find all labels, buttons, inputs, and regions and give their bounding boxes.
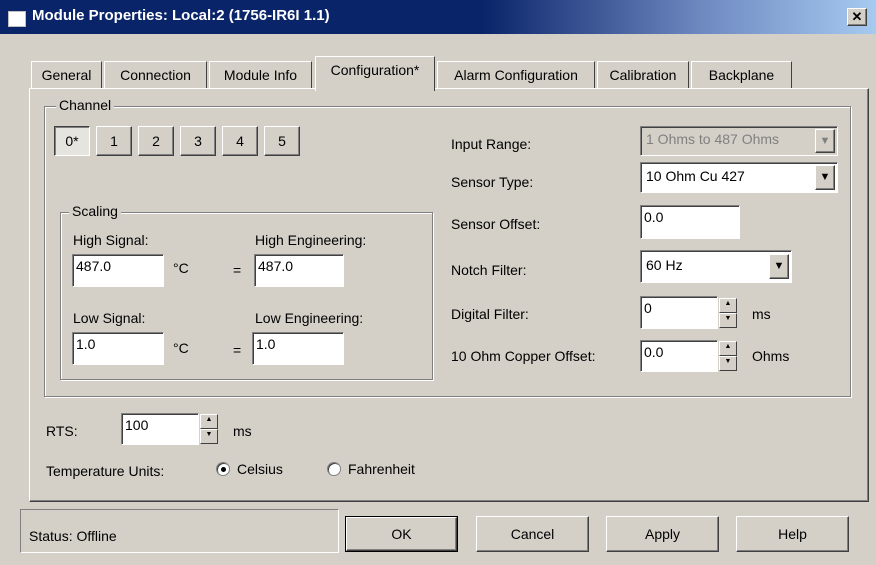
copper-offset-unit: Ohms [752,348,790,364]
notch-filter-select[interactable]: 60 Hz ▼ [640,250,792,283]
status-bar: Status: Offline [20,509,339,553]
window-icon [8,11,26,27]
input-range-label: Input Range: [451,136,532,152]
sensor-type-select[interactable]: 10 Ohm Cu 427 ▼ [640,162,838,193]
low-equals-sign: = [233,342,242,358]
low-engineering-label: Low Engineering: [255,310,364,326]
channel-3-button[interactable]: 3 [180,126,216,156]
rts-unit: ms [233,423,252,439]
high-engineering-input[interactable]: 487.0 [254,254,344,287]
channel-4-button[interactable]: 4 [222,126,258,156]
spin-down-icon[interactable]: ▼ [200,429,218,444]
high-signal-input[interactable]: 487.0 [72,254,164,287]
spin-up-icon[interactable]: ▲ [200,414,218,429]
title-bar[interactable]: Module Properties: Local:2 (1756-IR6I 1.… [0,0,876,34]
digital-filter-spinner[interactable]: ▲ ▼ [719,298,737,328]
spin-up-icon[interactable]: ▲ [719,341,737,356]
high-signal-label: High Signal: [73,232,149,248]
rts-input[interactable]: 100 [121,413,199,445]
tab-general[interactable]: General [31,61,102,89]
chevron-down-icon[interactable]: ▼ [769,254,789,279]
low-engineering-input[interactable]: 1.0 [252,332,344,365]
spin-up-icon[interactable]: ▲ [719,298,737,313]
status-text: Status: Offline [29,528,117,544]
spin-down-icon[interactable]: ▼ [719,313,737,328]
input-range-value: 1 Ohms to 487 Ohms [646,131,780,147]
fahrenheit-radio[interactable] [327,462,341,476]
input-range-select[interactable]: 1 Ohms to 487 Ohms ▼ [640,126,838,156]
tab-connection[interactable]: Connection [104,61,207,89]
digital-filter-input[interactable]: 0 [640,296,718,329]
channel-group-label: Channel [56,97,115,113]
help-button[interactable]: Help [736,516,849,552]
digital-filter-unit: ms [752,306,771,322]
chevron-down-icon[interactable]: ▼ [815,165,835,190]
fahrenheit-label[interactable]: Fahrenheit [348,461,415,477]
low-signal-input[interactable]: 1.0 [72,332,164,365]
close-icon: ✕ [851,9,863,24]
close-button[interactable]: ✕ [847,8,867,26]
spin-down-icon[interactable]: ▼ [719,356,737,371]
cancel-button[interactable]: Cancel [476,516,589,552]
temperature-units-label: Temperature Units: [46,463,165,479]
high-signal-unit: °C [173,260,189,276]
ok-button[interactable]: OK [345,516,458,552]
copper-offset-input[interactable]: 0.0 [640,340,718,372]
tab-calibration[interactable]: Calibration [597,61,689,89]
copper-offset-label: 10 Ohm Copper Offset: [451,348,596,364]
channel-0-button[interactable]: 0* [54,126,90,156]
low-signal-unit: °C [173,340,189,356]
channel-1-button[interactable]: 1 [96,126,132,156]
tab-alarm-configuration[interactable]: Alarm Configuration [437,61,595,89]
high-equals-sign: = [233,262,242,278]
channel-5-button[interactable]: 5 [264,126,300,156]
tab-backplane[interactable]: Backplane [691,61,792,89]
tab-configuration[interactable]: Configuration* [315,56,435,91]
sensor-offset-input[interactable]: 0.0 [640,205,740,239]
rts-spinner[interactable]: ▲ ▼ [200,414,218,444]
chevron-down-icon[interactable]: ▼ [815,129,835,153]
notch-filter-value: 60 Hz [646,257,683,273]
celsius-radio[interactable] [216,462,230,476]
sensor-type-value: 10 Ohm Cu 427 [646,168,745,184]
channel-2-button[interactable]: 2 [138,126,174,156]
celsius-label[interactable]: Celsius [237,461,283,477]
high-engineering-label: High Engineering: [255,232,367,248]
tab-module-info[interactable]: Module Info [209,61,312,89]
radio-dot [221,467,226,472]
low-signal-label: Low Signal: [73,310,146,326]
rts-label: RTS: [46,423,78,439]
apply-button[interactable]: Apply [606,516,719,552]
window-title: Module Properties: Local:2 (1756-IR6I 1.… [32,7,330,24]
digital-filter-label: Digital Filter: [451,306,529,322]
scaling-group-label: Scaling [69,203,121,219]
sensor-type-label: Sensor Type: [451,174,534,190]
sensor-offset-label: Sensor Offset: [451,216,541,232]
notch-filter-label: Notch Filter: [451,262,527,278]
copper-offset-spinner[interactable]: ▲ ▼ [719,341,737,371]
